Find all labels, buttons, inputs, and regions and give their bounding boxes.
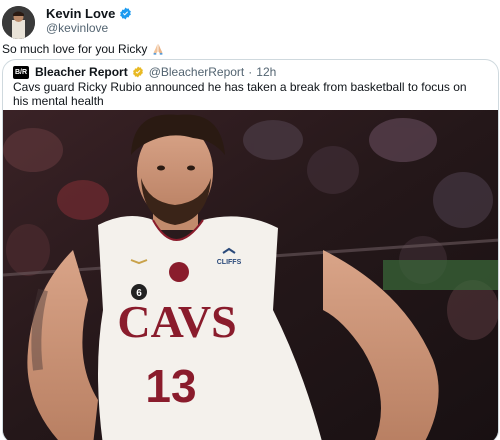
tweet-text-body: So much love for you Ricky (2, 42, 148, 56)
tweet-header: Kevin Love @kevinlove (0, 0, 500, 39)
praying-hands-icon (154, 43, 163, 55)
jersey-team-text: CAVS (117, 296, 236, 347)
avatar-image (2, 6, 35, 39)
quoted-tweet-photo[interactable]: CAVS 13 6 CLIFFS (3, 110, 498, 440)
quoted-tweet-header: B/R Bleacher Report @BleacherReport · 12… (13, 65, 276, 79)
author-avatar[interactable] (2, 6, 35, 39)
bleacher-report-logo-text: B/R (14, 68, 28, 76)
quoted-handle[interactable]: @BleacherReport (149, 65, 245, 79)
bleacher-report-logo: B/R (13, 65, 29, 79)
gold-verified-badge-icon (132, 66, 143, 78)
jersey-sponsor-text: CLIFFS (217, 259, 242, 266)
author-name-row: Kevin Love (46, 6, 132, 21)
verified-badge-icon (120, 7, 132, 20)
author-display-name[interactable]: Kevin Love (46, 6, 115, 21)
quoted-display-name[interactable]: Bleacher Report (35, 65, 128, 79)
author-handle[interactable]: @kevinlove (46, 21, 108, 35)
quoted-tweet-card[interactable]: B/R Bleacher Report @BleacherReport · 12… (2, 59, 499, 440)
tweet-text: So much love for you Ricky (2, 42, 165, 56)
jersey-patch-number: 6 (136, 288, 142, 299)
player-photo: CAVS 13 6 CLIFFS (3, 110, 498, 440)
quoted-tweet-text: Cavs guard Ricky Rubio announced he has … (13, 80, 467, 108)
separator-dot: · (248, 65, 253, 79)
quoted-timestamp[interactable]: 12h (256, 65, 276, 79)
jersey-number-text: 13 (145, 360, 196, 412)
